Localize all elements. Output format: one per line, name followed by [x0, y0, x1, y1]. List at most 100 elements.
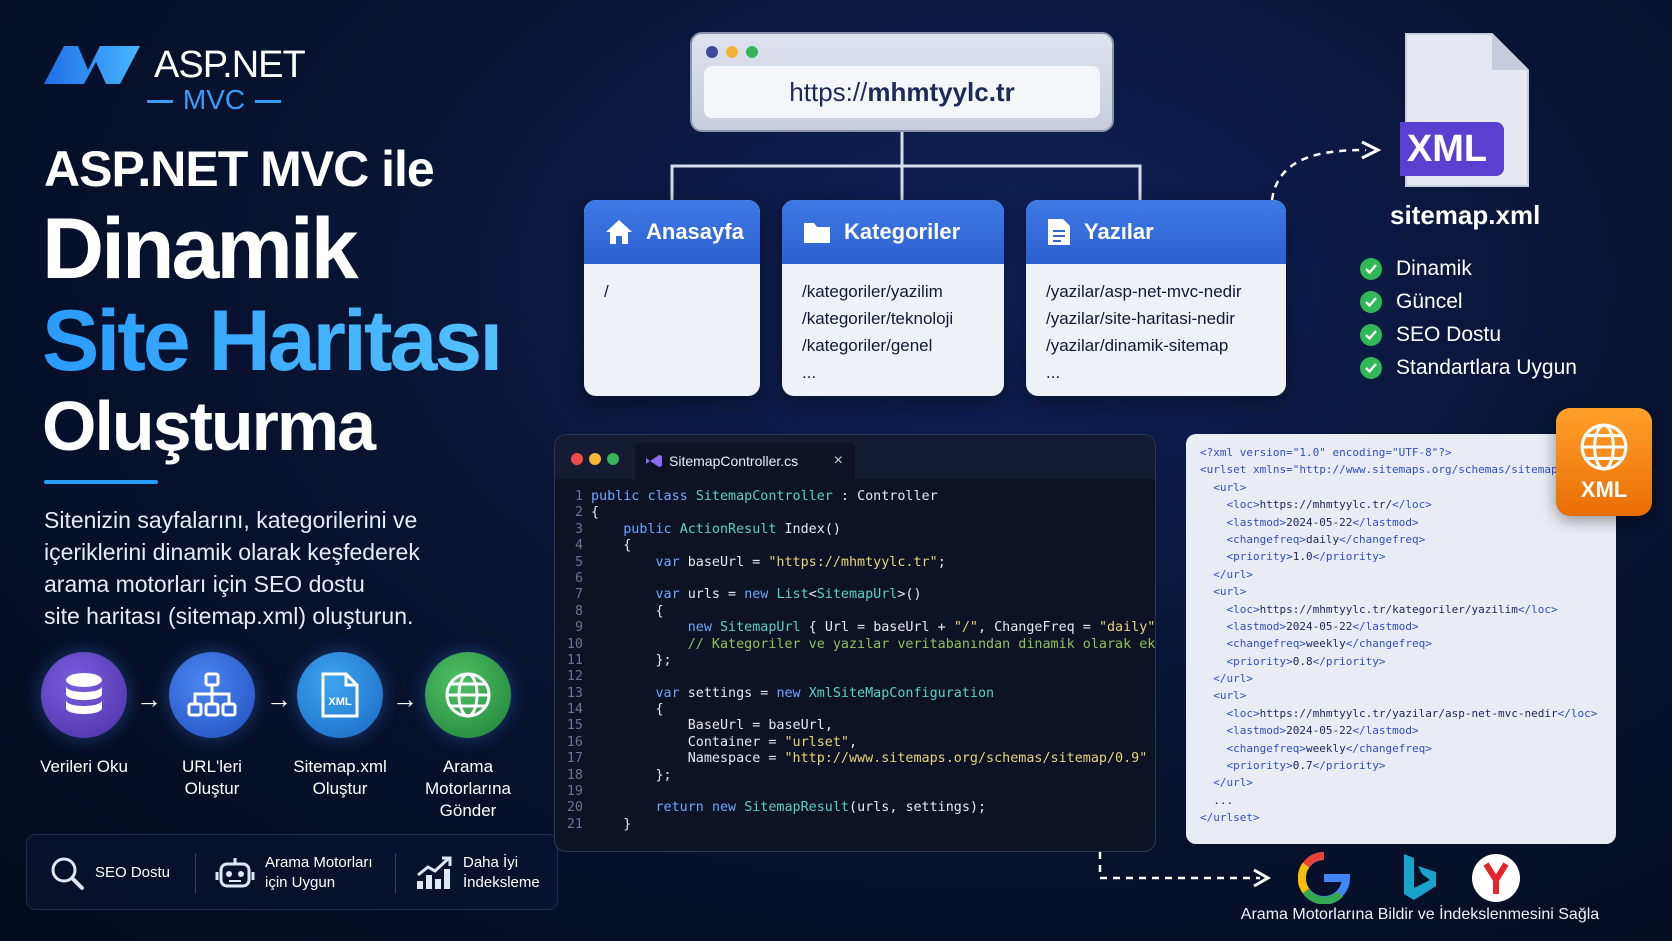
line-number: 17: [566, 751, 583, 767]
code-line: 18 };: [555, 767, 1155, 784]
card-item: /yazilar/asp-net-mvc-nedir: [1046, 282, 1242, 301]
card-item: ...: [1046, 363, 1061, 382]
code-line: 14 {: [555, 702, 1155, 718]
card-item: /kategoriler/teknoloji: [802, 309, 954, 328]
line-number: 3: [574, 521, 583, 537]
xml-line: <url>: [1213, 689, 1247, 703]
divider: [395, 853, 396, 893]
growth-chart-icon: [417, 856, 452, 889]
check-item: Standartlara Uygun: [1360, 351, 1577, 384]
minimize-dot[interactable]: [589, 453, 601, 465]
feature-engines: Arama Motorları için Uygun: [215, 835, 373, 911]
xml-line: <changefreq>weekly</changefreq>: [1226, 637, 1432, 651]
line-number: 10: [566, 636, 583, 652]
line-number: 5: [574, 554, 583, 570]
code-text: var urls = new List<SitemapUrl>(): [655, 587, 922, 603]
code-text: {: [591, 702, 664, 718]
code-text: };: [591, 767, 672, 783]
code-line: 8 {: [555, 604, 1155, 620]
xml-file-icon: XML: [297, 652, 383, 738]
line-number: 9: [574, 620, 583, 636]
code-line: 6: [555, 570, 1155, 587]
card-title: Anasayfa: [646, 219, 744, 244]
dashed-arrow: [1270, 140, 1382, 201]
xml-badge: XML: [1556, 408, 1652, 516]
xml-file-label: XML: [1406, 127, 1488, 170]
home-icon: [606, 220, 632, 244]
xml-line: </url>: [1213, 567, 1253, 581]
code-text: BaseUrl = baseUrl,: [687, 718, 833, 734]
code-text: public class SitemapController : Control…: [591, 489, 938, 504]
xml-line: <url>: [1213, 480, 1247, 494]
description: Sitenizin sayfalarını, kategorilerini ve…: [44, 504, 484, 632]
engines-label: Arama Motorlarına Bildir ve İndekslenmes…: [1240, 906, 1600, 923]
svg-text:XML: XML: [328, 696, 352, 708]
code-line: 9 new SitemapUrl { Url = baseUrl + "/", …: [555, 620, 1155, 636]
globe-icon: [1580, 423, 1628, 471]
window-dot: [726, 46, 738, 58]
code-line: 12: [555, 669, 1155, 685]
xml-line: <lastmod>2024-05-22</lastmod>: [1226, 724, 1419, 738]
xml-line: </url>: [1213, 672, 1253, 686]
yandex-icon[interactable]: [1472, 854, 1520, 902]
xml-line: <loc>https://mhmtyylc.tr/</loc>: [1226, 498, 1432, 512]
code-line: 4 {: [555, 538, 1155, 554]
line-number: 1: [574, 489, 583, 504]
xml-line: <loc>https://mhmtyylc.tr/kategoriler/yaz…: [1226, 602, 1558, 616]
line-number: 16: [566, 734, 583, 750]
address-bar[interactable]: https://mhmtyylc.tr: [704, 66, 1100, 118]
headline-underline: [44, 480, 158, 484]
code-editor: SitemapController.cs × 1 public class Sit…: [554, 434, 1156, 852]
code-body: 1 public class SitemapController : Contro…: [555, 489, 1156, 833]
code-line: 16 Container = "urlset",: [555, 734, 1155, 751]
code-text: var baseUrl = "https://mhmtyylc.tr";: [655, 554, 946, 570]
code-line: 13 var settings = new XmlSiteMapConfigur…: [555, 686, 1155, 702]
folder-icon: [804, 223, 830, 243]
line-number: 6: [574, 570, 583, 586]
code-text: };: [591, 652, 672, 668]
feature-indexing: Daha İyi İndeksleme: [415, 835, 540, 911]
step-label: Sitemap.xml Oluştur: [293, 757, 387, 798]
headline-line-3: Site Haritası: [42, 293, 503, 389]
card-home: Anasayfa /: [584, 200, 760, 396]
card-item: /yazilar/dinamik-sitemap: [1046, 336, 1229, 355]
checkmark-icon: [1360, 356, 1382, 379]
step-submit-engines: Arama Motorlarına Gönder: [398, 652, 538, 822]
description-line: site haritası (sitemap.xml) oluşturun.: [44, 603, 414, 629]
step-read-data: Verileri Oku: [14, 652, 154, 778]
line-number: 19: [566, 784, 583, 800]
bing-icon[interactable]: [1404, 854, 1436, 900]
tab-sitemap-controller[interactable]: SitemapController.cs ×: [635, 443, 855, 479]
step-label: URL'leri Oluştur: [182, 757, 242, 798]
code-line: 7 var urls = new List<SitemapUrl>(): [555, 587, 1155, 603]
aspnet-logo-icon: [44, 46, 140, 84]
headline-line-2: Dinamik: [42, 201, 359, 297]
code-line: 20 return new SitemapResult(urls, settin…: [555, 800, 1155, 816]
line-number: 15: [566, 718, 583, 734]
headline-line-1: ASP.NET MVC ile: [44, 141, 435, 197]
code-text: Namespace = "http://www.sitemaps.org/sch…: [687, 751, 1148, 767]
close-dot[interactable]: [571, 453, 583, 465]
sitemap-title: sitemap.xml: [1390, 200, 1541, 230]
checkmark-icon: [1360, 290, 1382, 313]
globe-icon: [425, 652, 511, 738]
code-line: 15 BaseUrl = baseUrl,: [555, 718, 1155, 734]
window-dot: [706, 46, 718, 58]
xml-badge-label: XML: [1580, 477, 1628, 502]
code-line: 1 public class SitemapController : Contro…: [555, 489, 1155, 505]
code-text: }: [591, 816, 632, 832]
maximize-dot[interactable]: [607, 453, 619, 465]
xml-line: <changefreq>daily</changefreq>: [1226, 532, 1426, 546]
close-icon[interactable]: ×: [834, 452, 843, 470]
code-text: {: [591, 538, 632, 554]
code-text: // Kategoriler ve yazılar veritabanından…: [591, 636, 1156, 652]
xml-output-panel: <?xml version="1.0" encoding="UTF-8"?> <u…: [1186, 434, 1616, 844]
step-create-sitemap: XML Sitemap.xml Oluştur: [270, 652, 410, 800]
xml-line: <lastmod>2024-05-22</lastmod>: [1226, 619, 1419, 633]
google-icon[interactable]: [1297, 852, 1351, 905]
line-number: 14: [566, 702, 583, 718]
document-icon: [1048, 219, 1070, 245]
card-categories: Kategoriler /kategoriler/yazilim /katego…: [782, 200, 1004, 396]
check-item: Dinamik: [1360, 252, 1577, 285]
card-title: Yazılar: [1084, 219, 1154, 244]
